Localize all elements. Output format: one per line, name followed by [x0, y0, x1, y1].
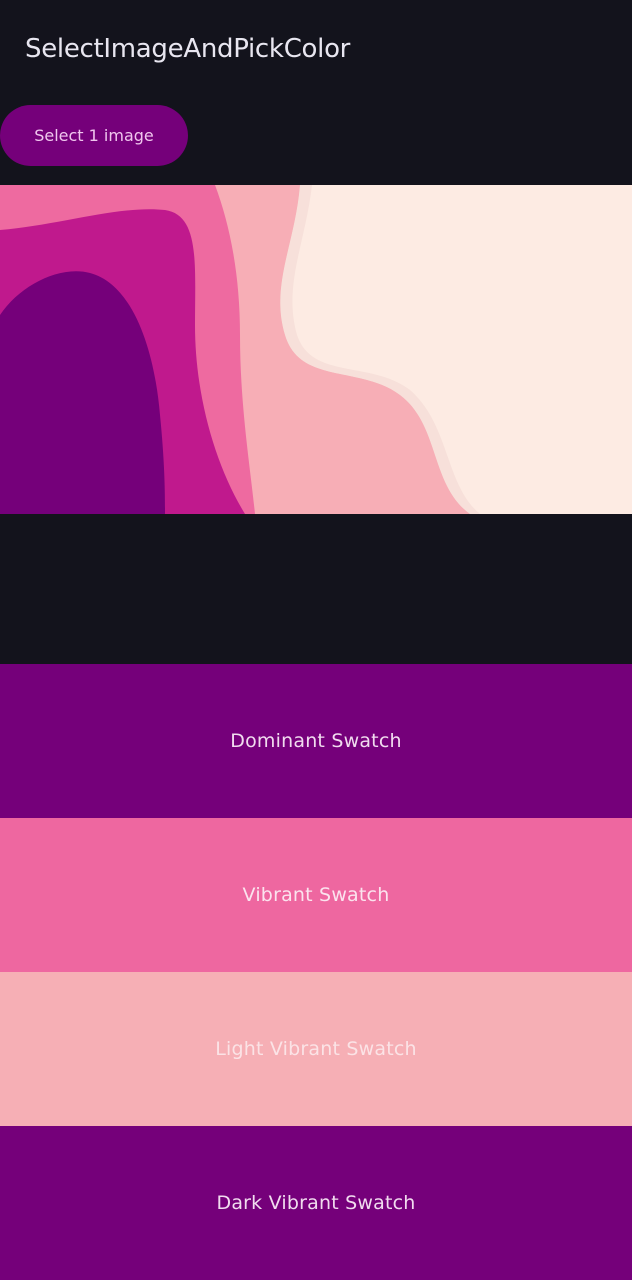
light-vibrant-swatch-label: Light Vibrant Swatch	[215, 1038, 417, 1060]
vibrant-swatch-label: Vibrant Swatch	[242, 884, 390, 906]
select-image-button[interactable]: Select 1 image	[0, 105, 188, 166]
dark-vibrant-swatch: Dark Vibrant Swatch	[0, 1126, 632, 1280]
select-image-button-label: Select 1 image	[34, 126, 154, 145]
light-vibrant-swatch: Light Vibrant Swatch	[0, 972, 632, 1126]
dark-vibrant-swatch-label: Dark Vibrant Swatch	[216, 1192, 416, 1214]
vibrant-swatch: Vibrant Swatch	[0, 818, 632, 972]
selected-image	[0, 185, 632, 514]
abstract-wave-image	[0, 185, 632, 514]
app-title: SelectImageAndPickColor	[25, 34, 351, 64]
dominant-swatch-label: Dominant Swatch	[230, 730, 402, 752]
dominant-swatch: Dominant Swatch	[0, 664, 632, 818]
app-screen: SelectImageAndPickColor Select 1 image D…	[0, 0, 632, 1280]
